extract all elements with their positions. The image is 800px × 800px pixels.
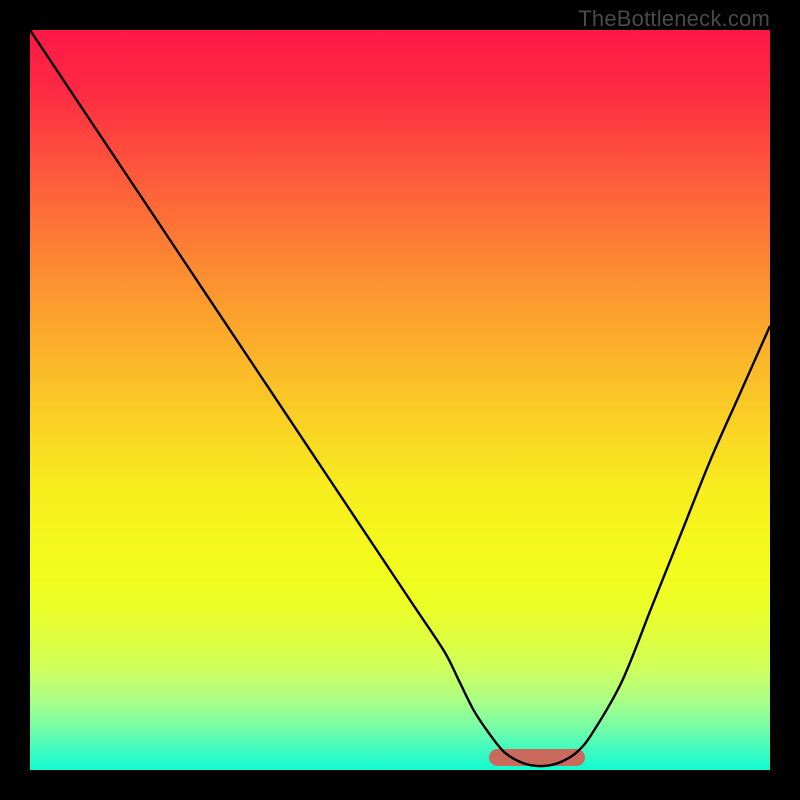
bottleneck-curve (30, 30, 770, 766)
watermark-text: TheBottleneck.com (578, 6, 770, 32)
chart-stage: TheBottleneck.com (0, 0, 800, 800)
curve-layer (30, 30, 770, 770)
plot-area (30, 30, 770, 770)
